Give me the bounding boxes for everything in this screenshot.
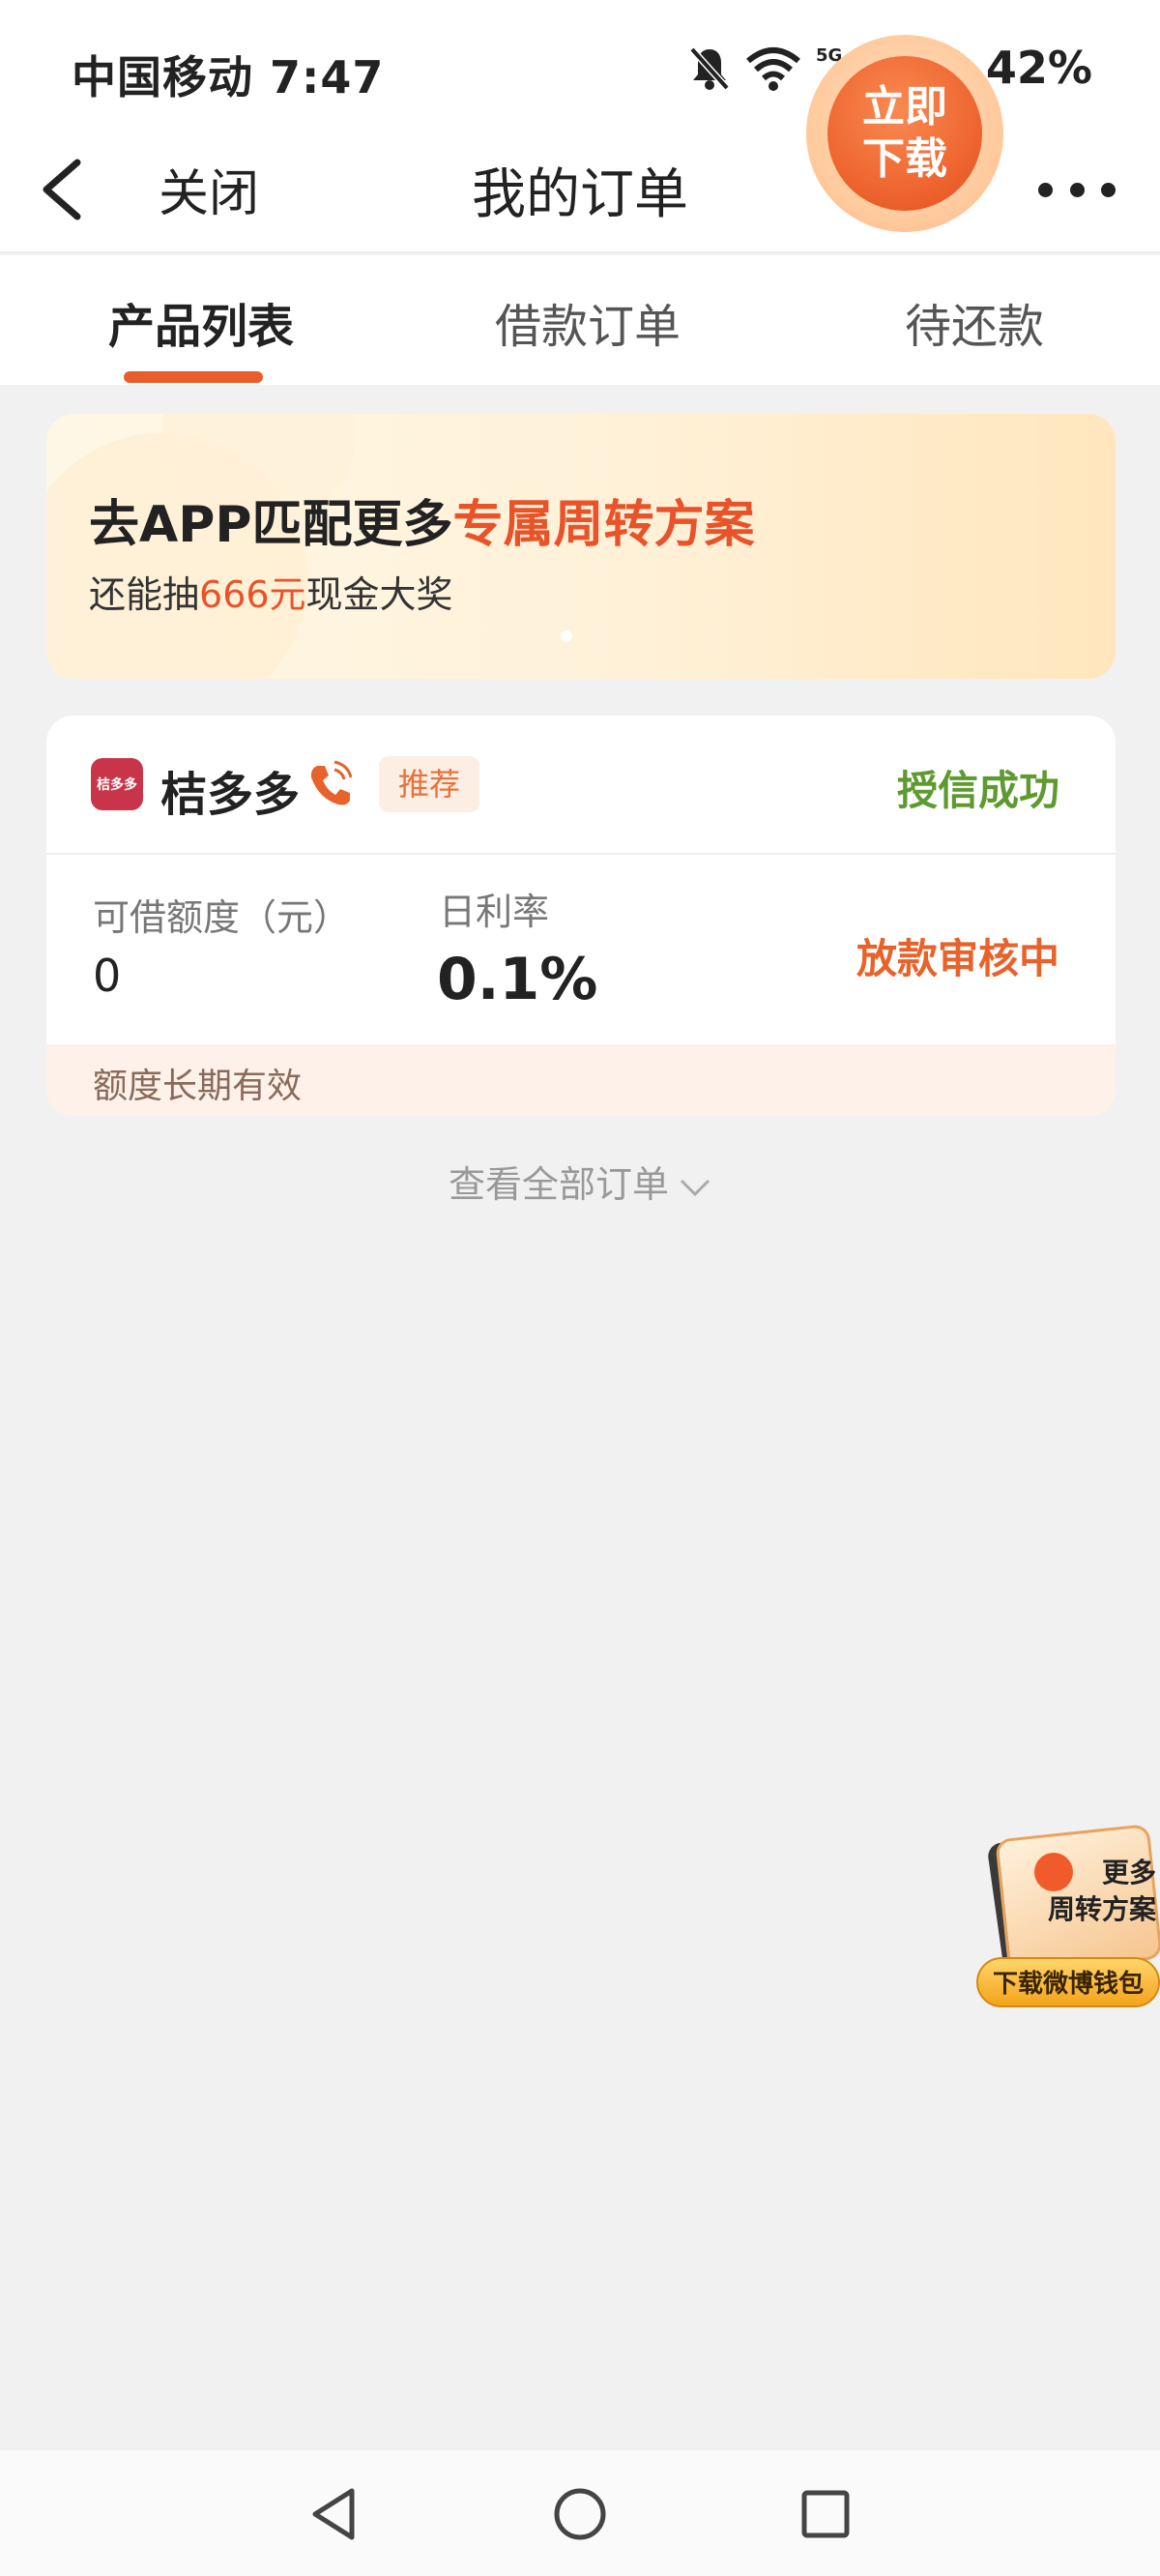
download-button-line1: 立即 bbox=[862, 82, 947, 132]
more-options-icon[interactable] bbox=[1038, 168, 1116, 211]
amount-label: 可借额度（元） bbox=[93, 896, 351, 939]
footer-note: 额度长期有效 bbox=[93, 1067, 303, 1106]
tab-loan-orders[interactable]: 借款订单 bbox=[495, 288, 681, 356]
order-card-footer: 额度长期有效 bbox=[46, 1044, 1116, 1116]
app-name: 桔多多 bbox=[160, 768, 301, 822]
app-logo: 桔多多 bbox=[91, 758, 143, 810]
phone-icon[interactable] bbox=[307, 760, 352, 808]
download-wallet-button[interactable]: 下载微博钱包 bbox=[976, 1957, 1160, 2007]
carrier-time: 中国移动 7:47 bbox=[72, 51, 385, 103]
credit-status: 授信成功 bbox=[896, 767, 1059, 814]
tab-bar: 产品列表 借款订单 待还款 bbox=[0, 255, 1160, 385]
banner-title-prefix: 去APP匹配更多 bbox=[89, 496, 453, 554]
banner-subtitle: 还能抽666元现金大奖 bbox=[89, 565, 453, 618]
amount-value: 0 bbox=[93, 950, 122, 1002]
download-button-line2: 下载 bbox=[862, 134, 947, 184]
floating-promo-text: 更多 周转方案 bbox=[1030, 1855, 1156, 1928]
nav-back-icon[interactable] bbox=[305, 2485, 363, 2543]
rate-label: 日利率 bbox=[439, 891, 550, 933]
chevron-down-icon bbox=[680, 1179, 710, 1196]
nav-home-icon[interactable] bbox=[551, 2485, 609, 2543]
loan-status: 放款审核中 bbox=[856, 935, 1059, 982]
banner-title: 去APP匹配更多专属周转方案 bbox=[89, 483, 754, 556]
recommend-badge: 推荐 bbox=[379, 756, 480, 812]
view-all-orders-link[interactable]: 查看全部订单 bbox=[0, 1155, 1160, 1208]
back-arrow-icon[interactable] bbox=[35, 155, 93, 224]
floating-promo-line1: 更多 bbox=[1101, 1857, 1156, 1888]
order-card[interactable]: 桔多多 桔多多 推荐 授信成功 可借额度（元） 0 日利率 0.1% 放款审核中… bbox=[46, 716, 1116, 1116]
rate-value: 0.1% bbox=[437, 946, 598, 1013]
order-card-header: 桔多多 桔多多 推荐 授信成功 bbox=[46, 716, 1116, 855]
close-button[interactable]: 关闭 bbox=[159, 153, 259, 225]
battery-percent: 42% bbox=[985, 42, 1092, 94]
nav-recents-icon[interactable] bbox=[797, 2485, 855, 2543]
system-nav-bar bbox=[0, 2450, 1160, 2576]
tab-product-list[interactable]: 产品列表 bbox=[108, 288, 294, 356]
promo-banner[interactable]: 去APP匹配更多专属周转方案 还能抽666元现金大奖 bbox=[46, 414, 1116, 679]
download-now-button[interactable]: 立即 下载 bbox=[827, 56, 982, 211]
view-all-label: 查看全部订单 bbox=[448, 1163, 669, 1206]
floating-promo[interactable]: 更多 周转方案 下载微博钱包 bbox=[976, 1824, 1160, 2015]
banner-sub-prefix: 还能抽 bbox=[89, 573, 200, 616]
wifi-icon bbox=[745, 47, 800, 91]
banner-title-highlight: 专属周转方案 bbox=[452, 496, 755, 554]
tab-pending-repayment[interactable]: 待还款 bbox=[905, 288, 1044, 356]
carousel-indicator bbox=[561, 630, 572, 642]
banner-sub-suffix: 现金大奖 bbox=[305, 573, 453, 616]
active-tab-indicator bbox=[124, 371, 263, 383]
banner-sub-highlight: 666元 bbox=[199, 573, 306, 616]
floating-promo-line2: 周转方案 bbox=[1047, 1893, 1156, 1925]
mute-bell-icon bbox=[689, 46, 730, 91]
